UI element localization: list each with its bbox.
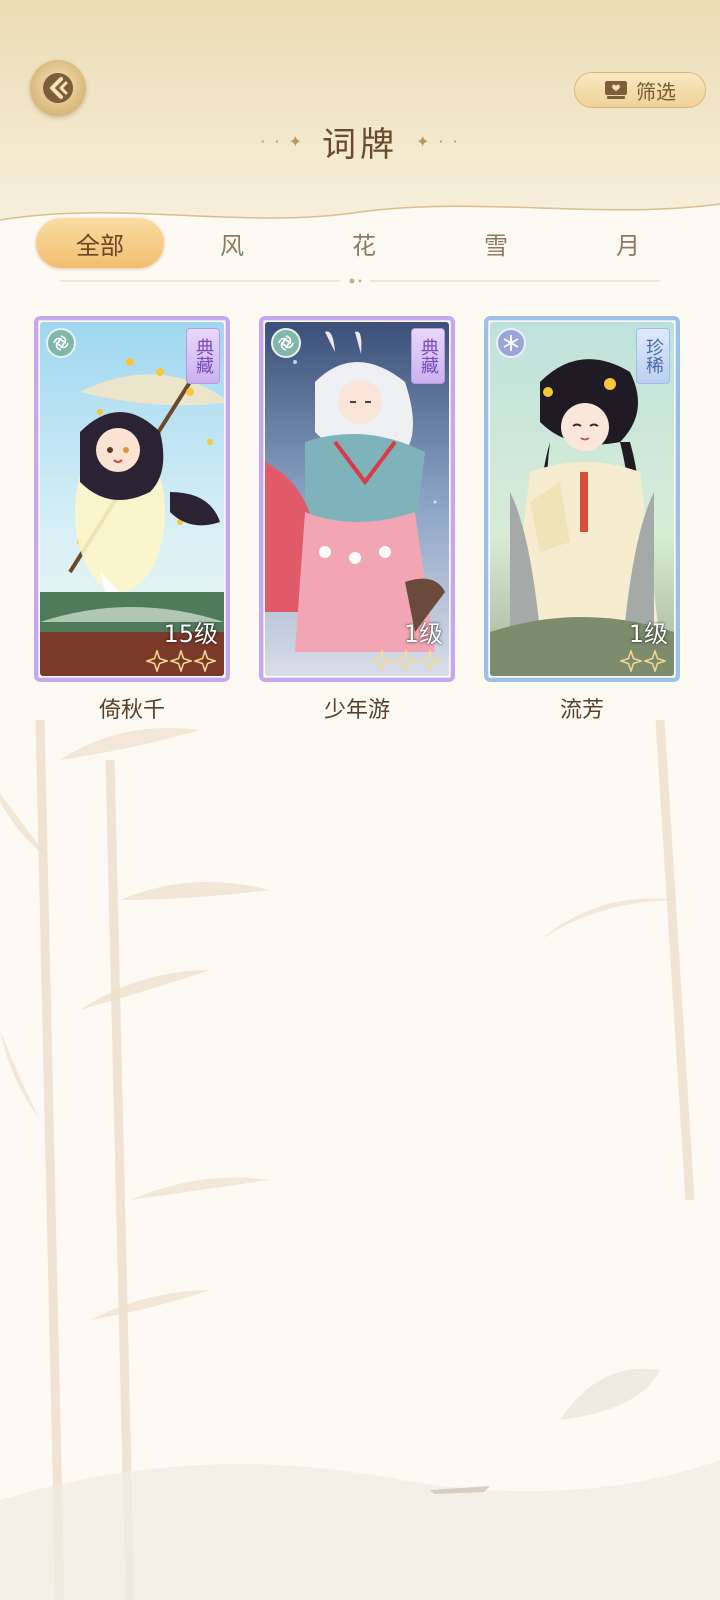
tab-all[interactable]: 全部 bbox=[36, 218, 164, 268]
filter-button[interactable]: 筛选 bbox=[574, 72, 706, 108]
card-level: 1级 bbox=[628, 620, 668, 648]
card-level: 1级 bbox=[403, 620, 443, 648]
rarity-badge: 典藏 bbox=[186, 328, 220, 384]
back-arrow-icon bbox=[43, 73, 73, 103]
star-icon bbox=[419, 650, 441, 672]
star-icon bbox=[170, 650, 192, 672]
page-title: 词牌 bbox=[322, 124, 398, 165]
filter-icon bbox=[605, 81, 627, 99]
tab-moon[interactable]: 月 bbox=[564, 218, 692, 268]
star-icon bbox=[644, 650, 666, 672]
star-icon bbox=[395, 650, 417, 672]
star-icon bbox=[620, 650, 642, 672]
category-tabs: 全部 风 花 雪 月 bbox=[36, 218, 696, 268]
card-name: 少年游 bbox=[323, 698, 390, 723]
tab-wind[interactable]: 风 bbox=[168, 218, 296, 268]
title-left-sparkle-icon: · · ✦ bbox=[260, 131, 304, 151]
card-liu-fang[interactable]: 珍稀 1级 bbox=[484, 316, 680, 682]
tab-snow[interactable]: 雪 bbox=[432, 218, 560, 268]
tabs-divider bbox=[60, 278, 660, 284]
star-icon bbox=[146, 650, 168, 672]
rarity-badge: 典藏 bbox=[411, 328, 445, 384]
card-name: 流芳 bbox=[559, 698, 604, 723]
card-shao-nian-you[interactable]: 典藏 1级 bbox=[259, 316, 455, 682]
snow-element-icon bbox=[496, 328, 526, 358]
star-icon bbox=[194, 650, 216, 672]
card-name: 倚秋千 bbox=[98, 698, 165, 723]
title-right-sparkle-icon: ✦ · · bbox=[416, 131, 460, 151]
filter-label: 筛选 bbox=[636, 79, 676, 104]
tab-flower[interactable]: 花 bbox=[300, 218, 428, 268]
card-yi-qiu-qian[interactable]: 典藏 15级 bbox=[34, 316, 230, 682]
star-rating bbox=[620, 650, 666, 672]
card-level: 15级 bbox=[163, 620, 218, 648]
back-button[interactable] bbox=[30, 60, 86, 116]
wind-element-icon bbox=[271, 328, 301, 358]
star-rating bbox=[146, 650, 216, 672]
page-title-bar: · · ✦ 词牌 ✦ · · bbox=[0, 116, 720, 166]
wind-element-icon bbox=[46, 328, 76, 358]
rarity-badge: 珍稀 bbox=[636, 328, 670, 384]
star-rating bbox=[371, 650, 441, 672]
star-icon bbox=[371, 650, 393, 672]
